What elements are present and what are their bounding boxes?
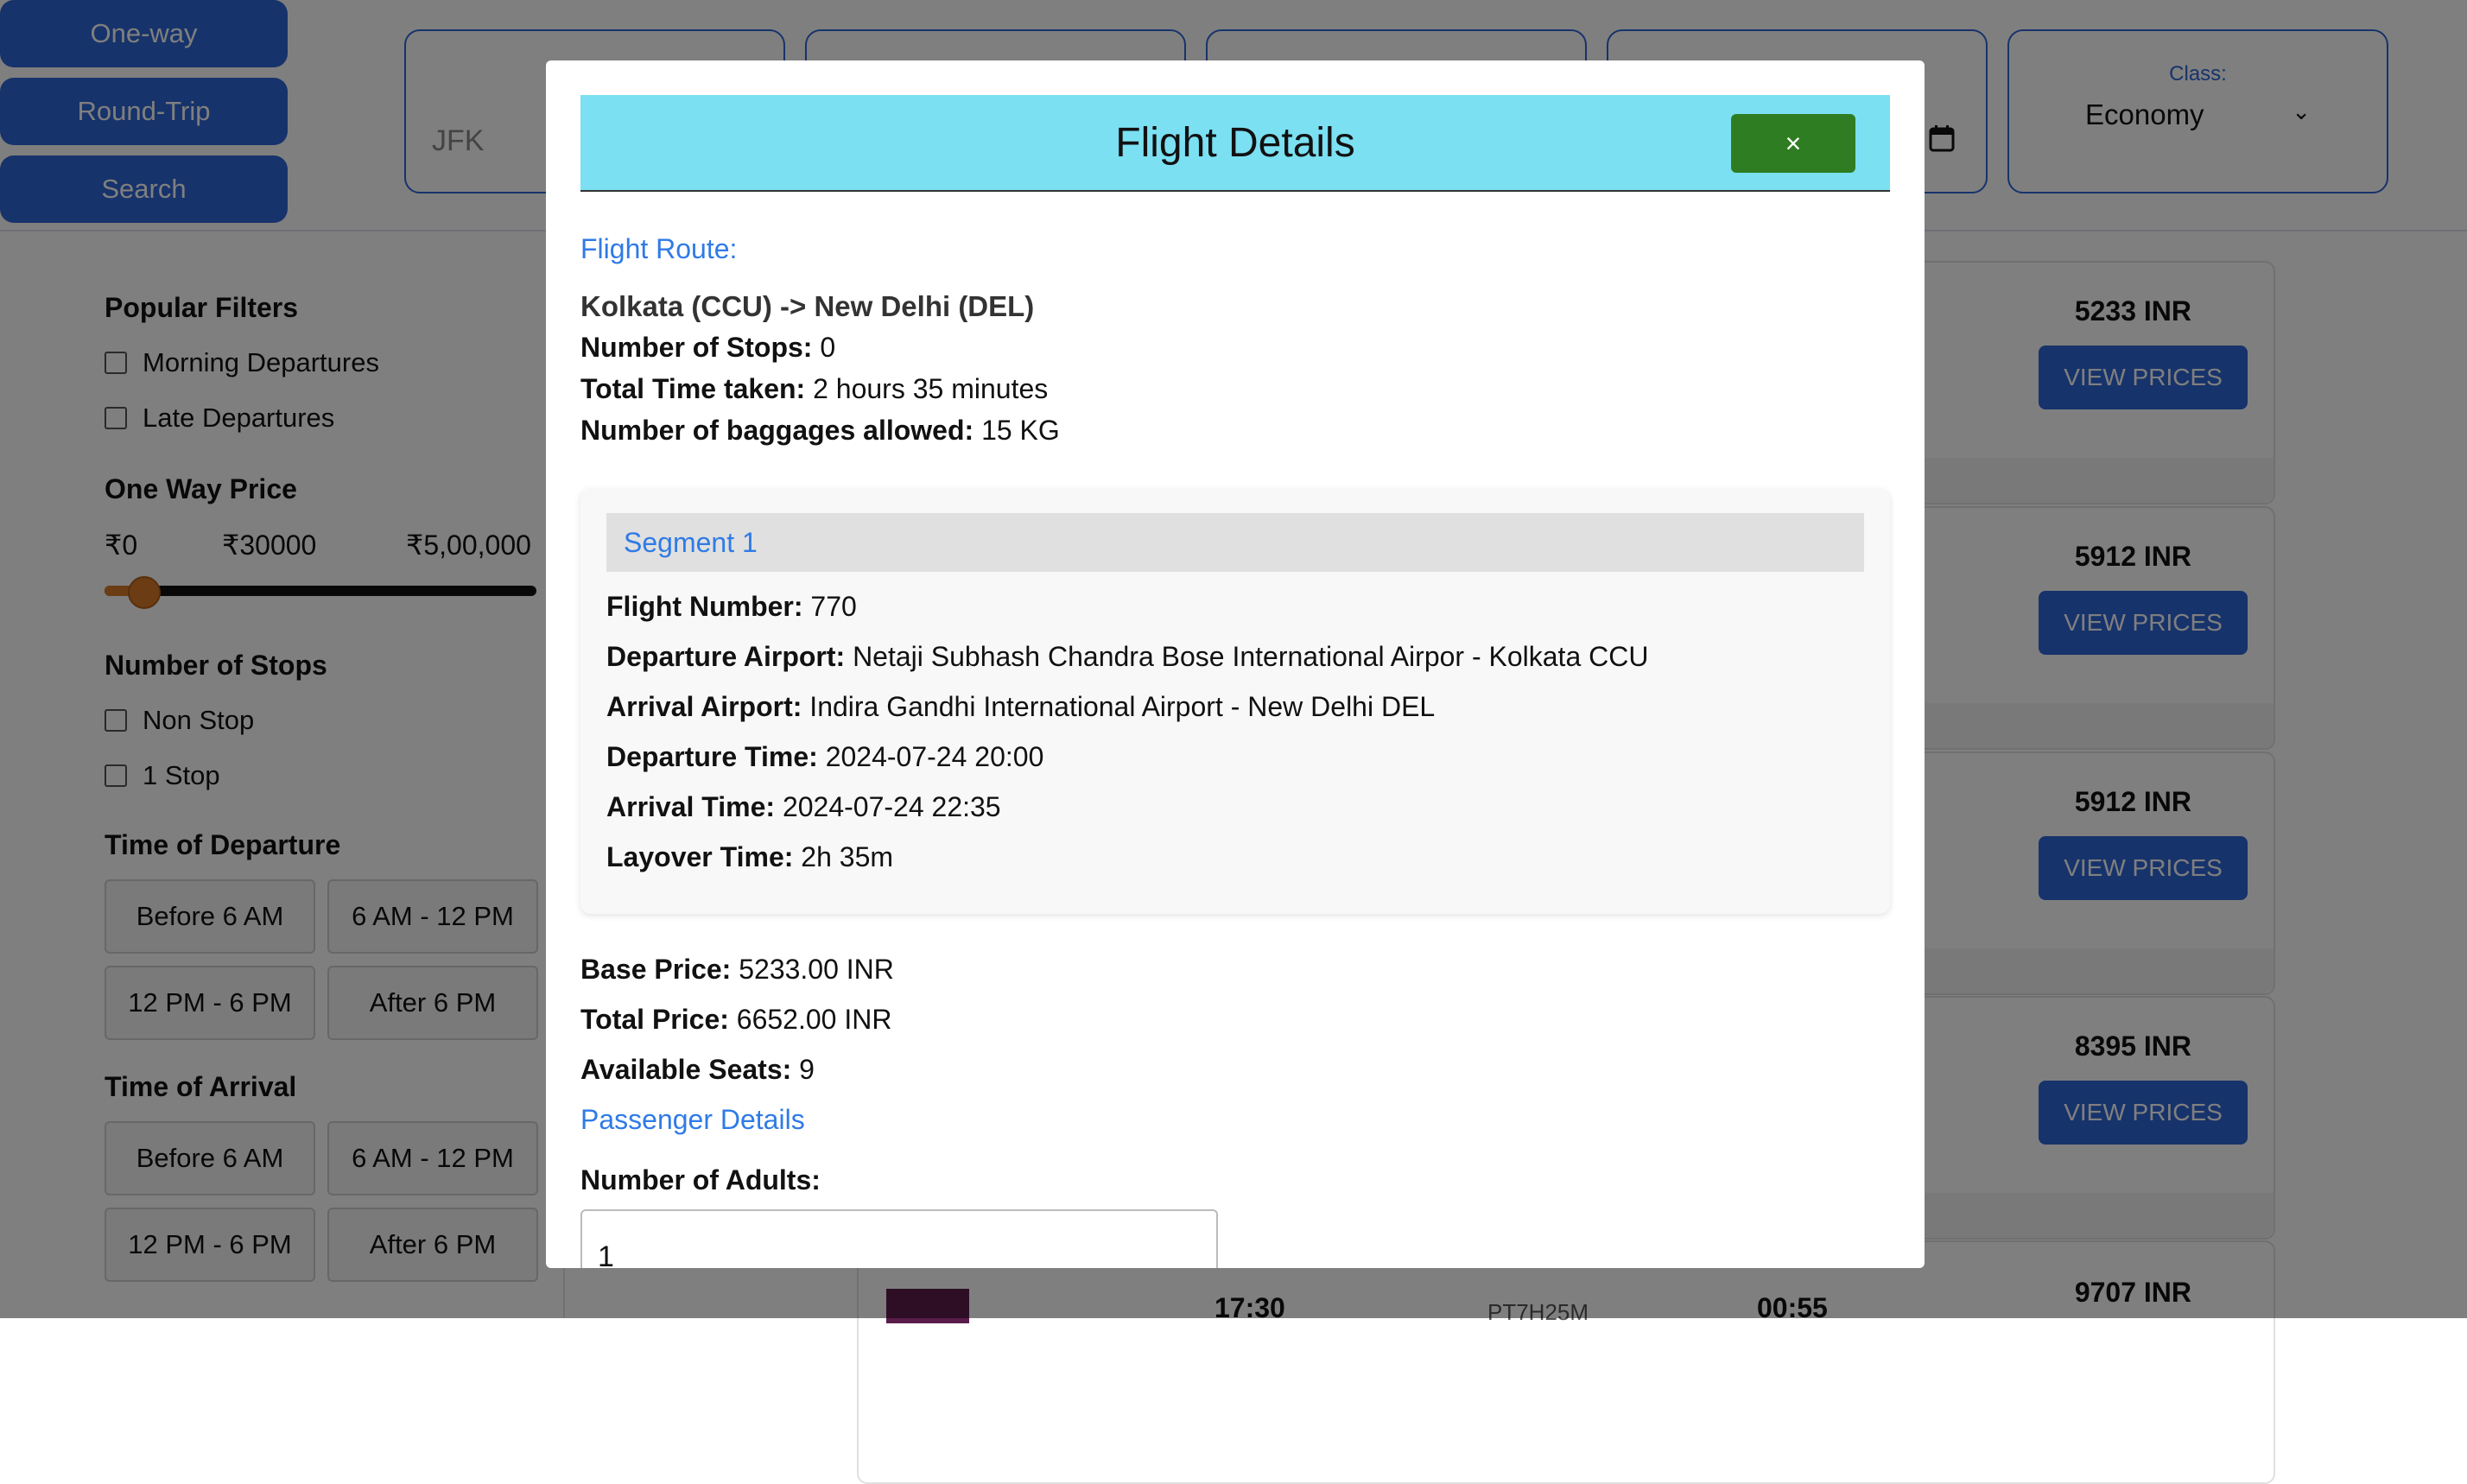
adults-input[interactable] [580,1209,1218,1268]
baggage-allowance: Number of baggages allowed: 15 KG [580,415,1060,446]
flight-route-heading: Flight Route: [580,233,738,264]
total-price: Total Price: 6652.00 INR [580,1004,892,1035]
arrival-airport: Arrival Airport: Indira Gandhi Internati… [606,691,1436,722]
flight-details-modal: Flight Details × Flight Route: Kolkata (… [546,60,1925,1268]
passenger-details-heading: Passenger Details [580,1104,805,1135]
modal-header: Flight Details × [580,95,1890,192]
layover-time: Layover Time: 2h 35m [606,841,894,872]
adults-label: Number of Adults: [580,1164,821,1195]
flight-number: Flight Number: 770 [606,591,857,622]
arrival-time: Arrival Time: 2024-07-24 22:35 [606,791,1001,822]
segment-card: Segment 1 Flight Number: 770 Departure A… [580,489,1890,914]
flight-route: Kolkata (CCU) -> New Delhi (DEL) [580,290,1035,322]
base-price: Base Price: 5233.00 INR [580,954,894,985]
total-time: Total Time taken: 2 hours 35 minutes [580,373,1049,404]
available-seats: Available Seats: 9 [580,1054,815,1085]
segment-heading: Segment 1 [606,513,1864,572]
close-icon: × [1785,127,1802,159]
departure-time: Departure Time: 2024-07-24 20:00 [606,741,1044,772]
modal-title: Flight Details [1115,120,1355,166]
close-button[interactable]: × [1731,114,1855,173]
departure-airport: Departure Airport: Netaji Subhash Chandr… [606,641,1649,672]
number-of-stops: Number of Stops: 0 [580,332,836,363]
